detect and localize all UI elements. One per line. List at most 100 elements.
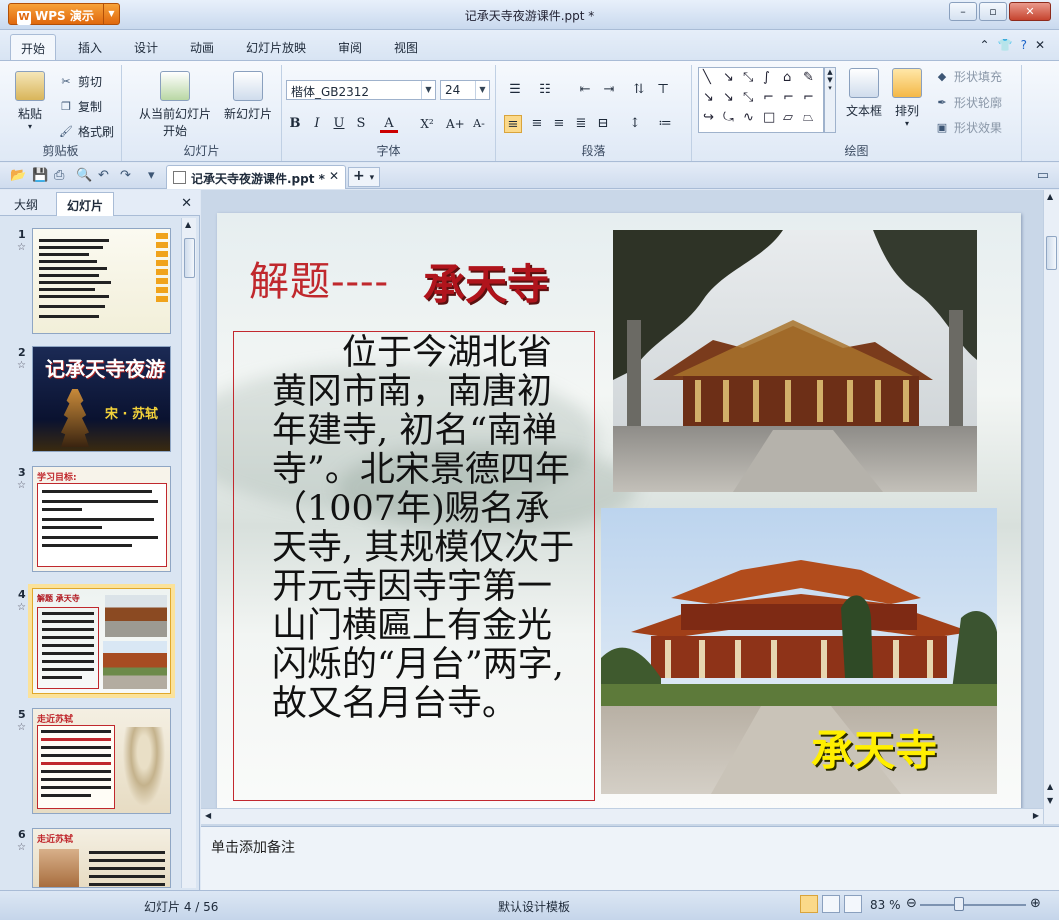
paste-button[interactable]: 粘贴 ▾: [10, 71, 50, 131]
zoom-out-icon[interactable]: ⊖: [906, 896, 917, 911]
scrollbar-thumb[interactable]: [1046, 236, 1057, 270]
tab-design[interactable]: 设计: [134, 39, 158, 56]
temple-photo-bottom[interactable]: [601, 508, 997, 794]
s-curve-icon[interactable]: ∿: [743, 110, 754, 125]
curved-connector-icon[interactable]: ⌐: [803, 90, 814, 105]
help-icon[interactable]: ?: [1021, 38, 1027, 52]
freeform-shape-icon[interactable]: ⌂: [783, 70, 791, 85]
chevron-down-icon[interactable]: ▼: [421, 81, 435, 99]
new-slide-button[interactable]: 新幻灯片: [218, 71, 278, 122]
increase-indent-icon[interactable]: ⇥: [600, 81, 618, 99]
current-slide[interactable]: 解题---- 承天寺 位于今湖北省黄冈市南，南唐初年建寺, 初名“南禅寺”。北宋…: [217, 213, 1021, 816]
align-right-icon[interactable]: ≡: [550, 115, 568, 133]
undo-icon[interactable]: ↶: [98, 168, 109, 183]
copy-button[interactable]: ❐ 复制: [58, 98, 102, 115]
shapes-gallery-scroll[interactable]: ▲ ▼ ▾: [824, 67, 836, 133]
cut-button[interactable]: ✂ 剪切: [58, 73, 102, 90]
slide-thumbnail[interactable]: 学习目标:: [32, 466, 171, 572]
slide-thumbnail[interactable]: 走近苏轼: [32, 708, 171, 814]
trapezoid-shape-icon[interactable]: ⏢: [803, 110, 813, 125]
slideshow-view-icon[interactable]: [844, 895, 862, 913]
editor-vertical-scrollbar[interactable]: ▲ ▲ ▼: [1043, 190, 1059, 824]
bold-button[interactable]: B: [286, 115, 304, 133]
new-tab-button[interactable]: + ▾: [348, 167, 380, 187]
document-tab[interactable]: 记承天寺夜游课件.ppt * ✕: [166, 165, 346, 189]
columns-icon[interactable]: ≔: [656, 115, 674, 133]
line-spacing-icon[interactable]: ↕: [626, 115, 644, 133]
print-preview-icon[interactable]: 🔍: [76, 168, 92, 183]
slide-thumbnail[interactable]: 走近苏轼: [32, 828, 171, 888]
elbow-arrow-icon[interactable]: ⌐: [763, 90, 774, 105]
scroll-up-icon[interactable]: ▲: [1047, 192, 1053, 201]
tab-insert[interactable]: 插入: [78, 39, 102, 56]
redo-icon[interactable]: ↷: [120, 168, 131, 183]
scroll-right-icon[interactable]: ▶: [1033, 811, 1039, 820]
tab-animation[interactable]: 动画: [190, 39, 214, 56]
save-icon[interactable]: 💾: [32, 168, 48, 183]
play-from-current-button[interactable]: 从当前幻灯片 开始: [130, 71, 220, 139]
minimize-button[interactable]: –: [949, 2, 977, 21]
tab-review[interactable]: 审阅: [338, 39, 362, 56]
text-direction-icon[interactable]: ⇅: [630, 81, 648, 99]
underline-button[interactable]: U: [330, 115, 348, 133]
scroll-left-icon[interactable]: ◀: [205, 811, 211, 820]
slide-title-prefix[interactable]: 解题----: [249, 249, 389, 307]
format-painter-button[interactable]: 🖌 格式刷: [58, 123, 114, 140]
font-family-select[interactable]: 楷体_GB2312 ▼: [286, 80, 436, 100]
slide-sorter-view-icon[interactable]: [822, 895, 840, 913]
line-shape-icon[interactable]: ╲: [703, 70, 711, 85]
close-button[interactable]: ✕: [1009, 2, 1051, 21]
justify-icon[interactable]: ≣: [572, 115, 590, 133]
scroll-up-icon[interactable]: ▲: [185, 220, 191, 229]
tab-slideshow[interactable]: 幻灯片放映: [246, 39, 306, 56]
double-arrow-shape-icon[interactable]: ⤡: [743, 70, 753, 85]
parallelogram-shape-icon[interactable]: ▱: [783, 110, 793, 125]
elbow-double-arrow-icon[interactable]: ⌐: [783, 90, 794, 105]
textbox-button[interactable]: 文本框: [842, 68, 886, 119]
zoom-in-icon[interactable]: ⊕: [1030, 896, 1041, 911]
shape-outline-button[interactable]: ✒ 形状轮廓: [934, 94, 1002, 111]
slide-thumbnail[interactable]: 记承天寺夜游 宋 · 苏轼: [32, 346, 171, 452]
editor-horizontal-scrollbar[interactable]: ◀ ▶: [201, 808, 1043, 824]
tab-view[interactable]: 视图: [394, 39, 418, 56]
customize-toolbar-icon[interactable]: ▾: [148, 168, 155, 183]
elbow-connector-icon[interactable]: ⤡: [743, 90, 753, 105]
previous-slide-icon[interactable]: ▲: [1047, 782, 1053, 791]
zoom-slider[interactable]: [920, 904, 1026, 906]
arrow-shape-icon[interactable]: ↘: [723, 70, 734, 85]
chevron-down-icon[interactable]: ▼: [475, 81, 489, 99]
skin-icon[interactable]: 👕: [998, 38, 1013, 52]
arrange-button[interactable]: 排列 ▾: [890, 68, 924, 128]
minimize-ribbon-icon[interactable]: ⌃: [980, 38, 990, 52]
italic-button[interactable]: I: [308, 115, 326, 133]
numbering-icon[interactable]: ☷: [536, 81, 554, 99]
curve-shape-icon[interactable]: ∫: [763, 70, 770, 85]
normal-view-icon[interactable]: [800, 895, 818, 913]
temple-photo-top[interactable]: [613, 230, 977, 492]
open-folder-icon[interactable]: 📂: [10, 168, 26, 183]
align-left-icon[interactable]: ≡: [504, 115, 522, 133]
maximize-button[interactable]: ▫: [979, 2, 1007, 21]
close-tab-icon[interactable]: ✕: [329, 169, 339, 183]
shape-fill-button[interactable]: ◆ 形状填充: [934, 68, 1002, 85]
notes-pane[interactable]: 单击添加备注: [201, 826, 1059, 890]
decrease-indent-icon[interactable]: ⇤: [576, 81, 594, 99]
slide-body-textbox[interactable]: 位于今湖北省黄冈市南，南唐初年建寺, 初名“南禅寺”。北宋景德四年（1007年)…: [233, 331, 595, 801]
ribbon-close-icon[interactable]: ✕: [1035, 38, 1045, 52]
tab-outline[interactable]: 大纲: [14, 196, 38, 213]
curved-arrow-icon[interactable]: ↪: [703, 110, 714, 125]
connector-arrow-icon[interactable]: ↘: [723, 90, 734, 105]
tab-slides[interactable]: 幻灯片: [56, 192, 115, 216]
bullets-icon[interactable]: ☰: [506, 81, 524, 99]
print-icon[interactable]: ⎙: [54, 168, 64, 183]
scribble-shape-icon[interactable]: ✎: [803, 70, 814, 85]
strikethrough-button[interactable]: S: [352, 115, 370, 133]
zoom-slider-handle[interactable]: [954, 897, 964, 911]
superscript-button[interactable]: X²: [418, 115, 436, 133]
font-color-button[interactable]: A: [380, 115, 398, 133]
slide-title[interactable]: 承天寺: [423, 251, 549, 312]
grow-font-button[interactable]: A+: [446, 115, 465, 133]
font-size-select[interactable]: 24 ▼: [440, 80, 490, 100]
photo-caption[interactable]: 承天寺: [811, 717, 937, 778]
next-slide-icon[interactable]: ▼: [1047, 796, 1053, 805]
